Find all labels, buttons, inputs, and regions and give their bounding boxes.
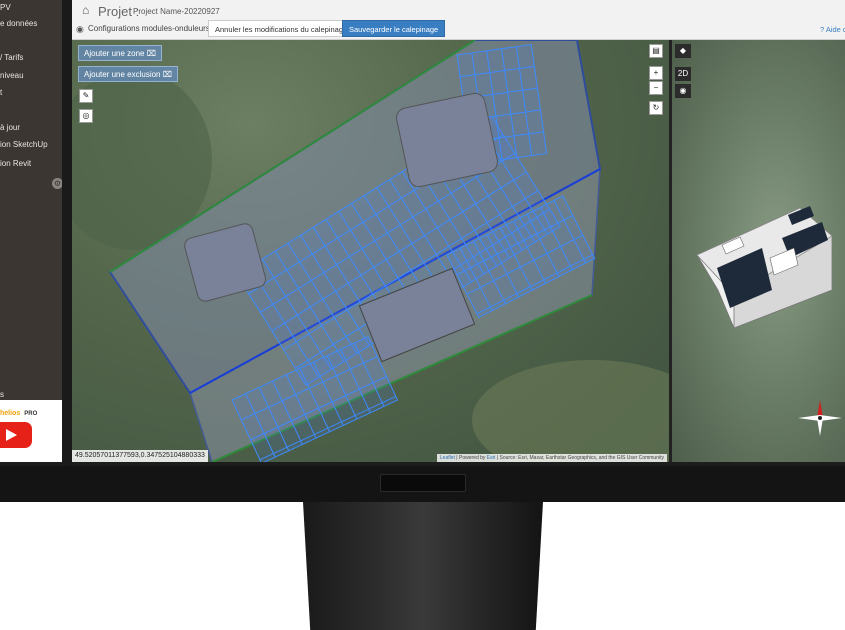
- zoom-out-button[interactable]: −: [649, 81, 663, 95]
- sidebar-item-pv[interactable]: PV: [0, 3, 11, 12]
- sidebar-item-donnees[interactable]: e données: [0, 19, 37, 28]
- sidebar-item-tarifs[interactable]: / Tarifs: [0, 53, 23, 62]
- add-zone-button[interactable]: Ajouter une zone ⌧: [78, 45, 162, 61]
- home-icon[interactable]: ⌂: [82, 4, 94, 16]
- sidebar: PV e données / Tarifs niveau t à jour io…: [0, 0, 66, 400]
- add-exclusion-button[interactable]: Ajouter une exclusion ⌧: [78, 66, 178, 82]
- sidebar-item-niveau[interactable]: niveau: [0, 71, 24, 80]
- cube-icon[interactable]: ◆: [675, 44, 691, 58]
- map-view[interactable]: Ajouter une zone ⌧ Ajouter une exclusion…: [72, 40, 669, 462]
- sidebar-item-s[interactable]: s: [0, 390, 4, 399]
- 3d-view[interactable]: ◆ 2D ◉: [672, 40, 845, 462]
- brand-panel: helios PRO: [0, 400, 62, 462]
- brand-logo: helios PRO: [0, 410, 38, 417]
- compass-rose-icon: [798, 400, 842, 436]
- mode-toggle-button[interactable]: 2D: [675, 67, 691, 81]
- layers-icon[interactable]: ▤: [649, 44, 663, 58]
- monitor-bezel-left: [62, 0, 72, 466]
- monitor-stand: [303, 502, 543, 630]
- cancel-button[interactable]: Annuler les modifications du calepinage: [208, 20, 355, 37]
- save-button[interactable]: Sauvegarder le calepinage: [342, 20, 446, 37]
- config-link[interactable]: Configurations modules-onduleurs: [88, 24, 210, 33]
- eye-icon[interactable]: ◉: [76, 24, 84, 35]
- youtube-icon[interactable]: [0, 422, 32, 448]
- help-link[interactable]: ? Aide d: [820, 25, 845, 34]
- ruler-icon[interactable]: ✎: [79, 89, 93, 103]
- zoom-in-button[interactable]: +: [649, 66, 663, 80]
- compass-icon[interactable]: ◎: [79, 109, 93, 123]
- refresh-icon[interactable]: ↻: [649, 101, 663, 115]
- map-attribution: Leaflet | Powered by Esri | Source: Esri…: [436, 454, 667, 462]
- coordinates-readout: 49.52057011377593,0.347525104880333: [72, 450, 208, 462]
- sidebar-item-sketchup[interactable]: ion SketchUp: [0, 140, 48, 149]
- sidebar-item-revit[interactable]: ion Revit: [0, 159, 31, 168]
- visibility-icon[interactable]: ◉: [675, 84, 691, 98]
- monitor-slot: [380, 474, 466, 492]
- project-name: Project Name-20220927: [133, 7, 220, 16]
- roof-layout[interactable]: [72, 40, 669, 462]
- building-3d-model[interactable]: [672, 40, 845, 462]
- sidebar-item-t[interactable]: t: [0, 88, 2, 97]
- app-header: ⌂ Projet : Project Name-20220927 ◉ Confi…: [72, 0, 845, 40]
- sidebar-item-mise-a-jour[interactable]: à jour: [0, 123, 20, 132]
